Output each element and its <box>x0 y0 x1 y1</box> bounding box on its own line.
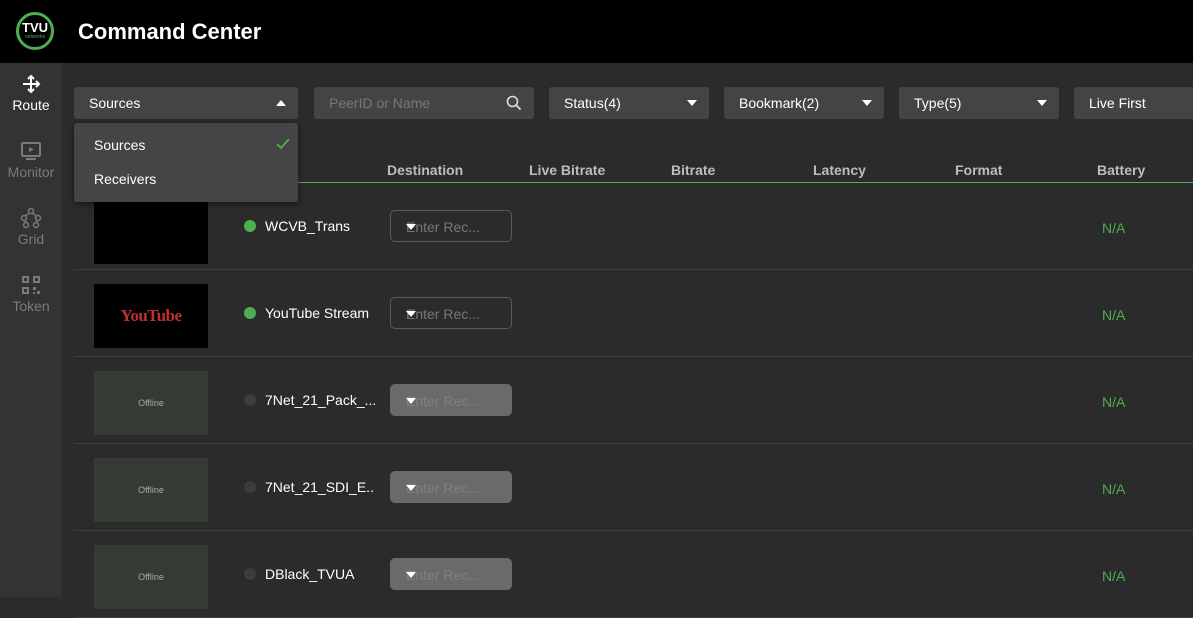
dropdown-option-sources[interactable]: Sources <box>74 128 298 162</box>
offline-label: Offline <box>138 485 164 495</box>
app-title: Command Center <box>78 19 262 44</box>
sidebar-item-label: Token <box>12 298 50 314</box>
battery-value: N/A <box>1102 220 1126 236</box>
offline-label: Offline <box>138 398 164 408</box>
table-row[interactable]: Offline DBlack_TVUA Enter Rec... N/A <box>74 531 1193 618</box>
logo-text: TVU <box>22 20 48 35</box>
top-bar: TVU networks Command Center <box>0 0 1193 63</box>
destination-placeholder: Enter Rec... <box>406 393 480 409</box>
status-offline-dot <box>244 568 256 580</box>
source-name: 7Net_21_SDI_E... <box>265 479 375 495</box>
search-box[interactable] <box>314 87 534 119</box>
column-header-latency[interactable]: Latency <box>813 162 866 178</box>
sidebar: Route Monitor Grid Token <box>0 63 62 597</box>
battery-value: N/A <box>1102 481 1126 497</box>
grid-icon <box>20 207 42 229</box>
offline-label: Offline <box>138 572 164 582</box>
status-online-dot <box>244 307 256 319</box>
status-filter-label: Status(4) <box>564 95 621 111</box>
table-row[interactable]: Offline 7Net_21_SDI_E... Enter Rec... N/… <box>74 444 1193 531</box>
bookmark-filter[interactable]: Bookmark(2) <box>724 87 884 119</box>
source-name: 7Net_21_Pack_... <box>265 392 375 408</box>
battery-value: N/A <box>1102 307 1126 323</box>
destination-select[interactable]: Enter Rec... <box>390 384 512 416</box>
status-filter[interactable]: Status(4) <box>549 87 709 119</box>
table-row[interactable]: YouTube YouTube Stream Enter Rec... N/A <box>74 270 1193 357</box>
sidebar-item-label: Route <box>12 97 50 113</box>
destination-placeholder: Enter Rec... <box>406 306 480 322</box>
source-thumbnail[interactable]: YouTube <box>94 284 208 348</box>
source-name: YouTube Stream <box>265 305 370 321</box>
source-name: DBlack_TVUA <box>265 566 355 582</box>
battery-value: N/A <box>1102 394 1126 410</box>
source-thumbnail[interactable]: Offline <box>94 458 208 522</box>
source-type-value: Sources <box>89 95 141 111</box>
caret-up-icon <box>276 100 286 106</box>
destination-select[interactable]: Enter Rec... <box>390 471 512 503</box>
battery-value: N/A <box>1102 568 1126 584</box>
column-header-live-bitrate[interactable]: Live Bitrate <box>529 162 605 178</box>
type-filter[interactable]: Type(5) <box>899 87 1059 119</box>
column-header-format[interactable]: Format <box>955 162 1002 178</box>
source-type-select[interactable]: Sources <box>74 87 298 119</box>
source-thumbnail[interactable]: Offline <box>94 545 208 609</box>
sidebar-item-token[interactable]: Token <box>0 264 62 324</box>
table-row[interactable]: Offline 7Net_21_Pack_... Enter Rec... N/… <box>74 357 1193 444</box>
status-offline-dot <box>244 481 256 493</box>
chevron-down-icon <box>406 485 416 491</box>
destination-select[interactable]: Enter Rec... <box>390 558 512 590</box>
chevron-down-icon <box>687 100 697 106</box>
destination-placeholder: Enter Rec... <box>406 480 480 496</box>
column-header-battery[interactable]: Battery <box>1097 162 1145 178</box>
search-input[interactable] <box>314 87 504 119</box>
tvu-logo[interactable]: TVU networks <box>16 12 54 50</box>
chevron-down-icon <box>406 224 416 230</box>
dropdown-option-receivers[interactable]: Receivers <box>74 162 298 196</box>
checkmark-icon <box>276 138 290 150</box>
source-thumbnail[interactable]: Offline <box>94 371 208 435</box>
chevron-down-icon <box>862 100 872 106</box>
youtube-logo: YouTube <box>120 306 182 325</box>
type-filter-label: Type(5) <box>914 95 962 111</box>
source-type-dropdown: Sources Receivers <box>74 123 298 202</box>
sidebar-item-grid[interactable]: Grid <box>0 197 62 257</box>
destination-placeholder: Enter Rec... <box>406 567 480 583</box>
search-icon[interactable] <box>506 95 522 111</box>
bookmark-filter-label: Bookmark(2) <box>739 95 820 111</box>
monitor-icon <box>21 142 41 160</box>
destination-placeholder: Enter Rec... <box>406 219 480 235</box>
route-icon <box>23 74 41 94</box>
source-name: WCVB_Trans <box>265 218 351 234</box>
destination-select[interactable]: Enter Rec... <box>390 297 512 329</box>
sort-select[interactable]: Live First <box>1074 87 1193 119</box>
dropdown-option-label: Receivers <box>94 171 157 187</box>
sidebar-item-label: Monitor <box>7 164 55 180</box>
column-header-destination[interactable]: Destination <box>387 162 463 178</box>
status-online-dot <box>244 220 256 232</box>
chevron-down-icon <box>406 311 416 317</box>
column-header-bitrate[interactable]: Bitrate <box>671 162 715 178</box>
status-offline-dot <box>244 394 256 406</box>
sidebar-item-monitor[interactable]: Monitor <box>0 130 62 190</box>
chevron-down-icon <box>406 398 416 404</box>
dropdown-option-label: Sources <box>94 137 146 153</box>
sort-select-label: Live First <box>1089 95 1146 111</box>
chevron-down-icon <box>1037 100 1047 106</box>
destination-select[interactable]: Enter Rec... <box>390 210 512 242</box>
chevron-down-icon <box>406 572 416 578</box>
source-thumbnail[interactable] <box>94 200 208 264</box>
logo-subtext: networks <box>24 34 45 40</box>
qr-token-icon <box>22 276 40 294</box>
sidebar-item-label: Grid <box>17 231 45 247</box>
main-content: Sources Status(4) Bookmark(2) Type(5) Li… <box>62 63 1193 618</box>
sidebar-item-route[interactable]: Route <box>0 63 62 123</box>
